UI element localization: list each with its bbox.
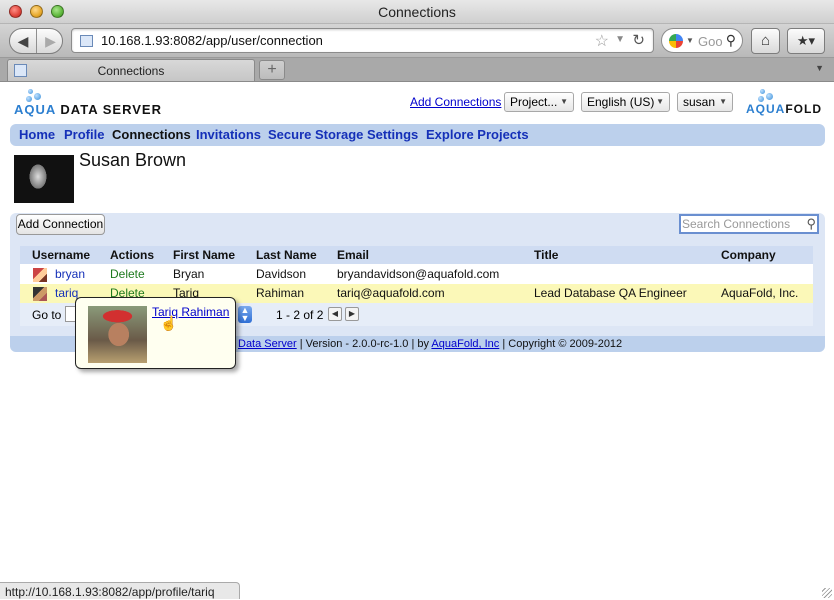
last-name-cell: Rahiman: [256, 286, 305, 300]
language-select[interactable]: English (US) ▼: [581, 92, 670, 112]
forward-arrow-icon: ▶: [45, 33, 56, 49]
url-text[interactable]: 10.168.1.93:8082/app/user/connection: [101, 33, 323, 48]
back-button[interactable]: ◀: [10, 29, 37, 53]
window-title: Connections: [378, 4, 456, 20]
address-bar[interactable]: 10.168.1.93:8082/app/user/connection ☆ ▼…: [71, 28, 654, 53]
goto-label: Go to: [32, 308, 62, 322]
project-select[interactable]: Project... ▼: [504, 92, 574, 112]
status-url: http://10.168.1.93:8082/app/profile/tari…: [5, 585, 215, 599]
company-cell: AquaFold, Inc.: [721, 286, 799, 300]
new-tab-button[interactable]: +: [259, 60, 285, 80]
username-link[interactable]: bryan: [55, 267, 85, 281]
browser-toolbar: ◀ ▶ 10.168.1.93:8082/app/user/connection…: [0, 24, 834, 58]
nav-explore-projects[interactable]: Explore Projects: [426, 127, 529, 142]
username-link[interactable]: tariq: [55, 286, 78, 300]
prev-page-button[interactable]: ◀: [328, 307, 342, 321]
home-button[interactable]: ⌂: [751, 28, 780, 54]
add-connection-button[interactable]: Add Connection: [16, 214, 105, 235]
bookmarks-button[interactable]: ★▾: [787, 28, 825, 54]
user-select[interactable]: susan ▼: [677, 92, 733, 112]
tab-overflow-icon[interactable]: ▼: [815, 63, 824, 73]
col-title[interactable]: Title: [534, 248, 558, 262]
bookmark-icon: ★▾: [796, 33, 816, 48]
page-size-stepper[interactable]: ▲ ▼: [238, 306, 252, 323]
window-titlebar: Connections: [0, 0, 834, 24]
row-avatar: [33, 268, 47, 282]
chevron-down-icon: ▼: [719, 97, 727, 106]
page-info: 1 - 2 of 2: [276, 308, 324, 322]
site-favicon-icon: [80, 35, 93, 47]
home-icon: ⌂: [760, 32, 771, 49]
tab-connections[interactable]: Connections: [7, 59, 255, 81]
status-bar: http://10.168.1.93:8082/app/profile/tari…: [0, 582, 240, 599]
resize-grip-icon[interactable]: [822, 588, 832, 598]
delete-link[interactable]: Delete: [110, 267, 145, 281]
nav-secure-storage[interactable]: Secure Storage: [268, 127, 363, 142]
footer-data-server-link[interactable]: Data Server: [238, 338, 297, 350]
hand-cursor-icon: ☝: [160, 315, 178, 331]
logo-drops-icon: [14, 89, 58, 103]
col-first-name[interactable]: First Name: [173, 248, 235, 262]
user-hover-card: Tariq Rahiman: [75, 297, 236, 369]
logo-text: AQUA DATA SERVER: [14, 102, 162, 117]
main-nav: Home Profile Connections Invitations Sec…: [10, 124, 825, 146]
logo-text: AQUAFOLD: [746, 102, 823, 116]
bookmark-star-icon[interactable]: ☆: [595, 31, 609, 51]
table-header: Username Actions First Name Last Name Em…: [20, 246, 813, 264]
history-dropdown-icon[interactable]: ▼: [615, 34, 625, 45]
add-connections-link[interactable]: Add Connections: [410, 95, 501, 109]
first-name-cell: Bryan: [173, 267, 205, 281]
reload-icon[interactable]: ↻: [632, 31, 645, 49]
nav-buttons: ◀ ▶: [9, 28, 63, 54]
search-connections-placeholder: Search Connections: [682, 217, 791, 231]
search-engine-box[interactable]: ▼ Goo ⚲: [661, 28, 743, 53]
search-engine-caret-icon[interactable]: ▼: [686, 36, 694, 45]
nav-invitations[interactable]: Invitations: [196, 127, 261, 142]
table-row: bryan Delete Bryan Davidson bryandavidso…: [20, 265, 813, 284]
tab-strip: Connections + ▼: [0, 58, 834, 82]
tab-label: Connections: [97, 64, 165, 78]
search-icon[interactable]: ⚲: [726, 32, 736, 49]
col-company[interactable]: Company: [721, 248, 776, 262]
user-photo: [88, 306, 147, 363]
search-engine-input[interactable]: Goo: [698, 34, 728, 49]
col-actions: Actions: [110, 248, 155, 262]
nav-settings[interactable]: Settings: [367, 127, 418, 142]
nav-profile[interactable]: Profile: [64, 127, 104, 142]
email-cell: tariq@aquafold.com: [337, 286, 445, 300]
col-last-name[interactable]: Last Name: [256, 248, 317, 262]
chevron-down-icon: ▼: [560, 97, 568, 106]
last-name-cell: Davidson: [256, 267, 307, 281]
email-cell: bryandavidson@aquafold.com: [337, 267, 500, 281]
profile-avatar: [14, 155, 74, 203]
back-arrow-icon: ◀: [17, 33, 29, 49]
footer-aquafold-link[interactable]: AquaFold, Inc: [431, 338, 499, 350]
chevron-down-icon: ▼: [656, 97, 664, 106]
nav-home[interactable]: Home: [19, 127, 55, 142]
search-connections-input[interactable]: Search Connections ⚲: [679, 214, 819, 234]
google-icon[interactable]: [669, 34, 683, 48]
forward-button[interactable]: ▶: [37, 29, 62, 53]
profile-name: Susan Brown: [79, 150, 187, 170]
footer-text: Data Server | Version - 2.0.0-rc-1.0 | b…: [238, 338, 623, 350]
page-content: AQUA DATA SERVER Add Connections Project…: [0, 83, 834, 583]
col-username[interactable]: Username: [32, 248, 90, 262]
logo-drops-icon: [746, 89, 790, 103]
title-cell: Lead Database QA Engineer: [534, 286, 687, 300]
search-icon[interactable]: ⚲: [806, 216, 816, 232]
col-email[interactable]: Email: [337, 248, 369, 262]
next-page-button[interactable]: ▶: [345, 307, 359, 321]
nav-connections[interactable]: Connections: [112, 127, 191, 142]
row-avatar: [33, 287, 47, 301]
